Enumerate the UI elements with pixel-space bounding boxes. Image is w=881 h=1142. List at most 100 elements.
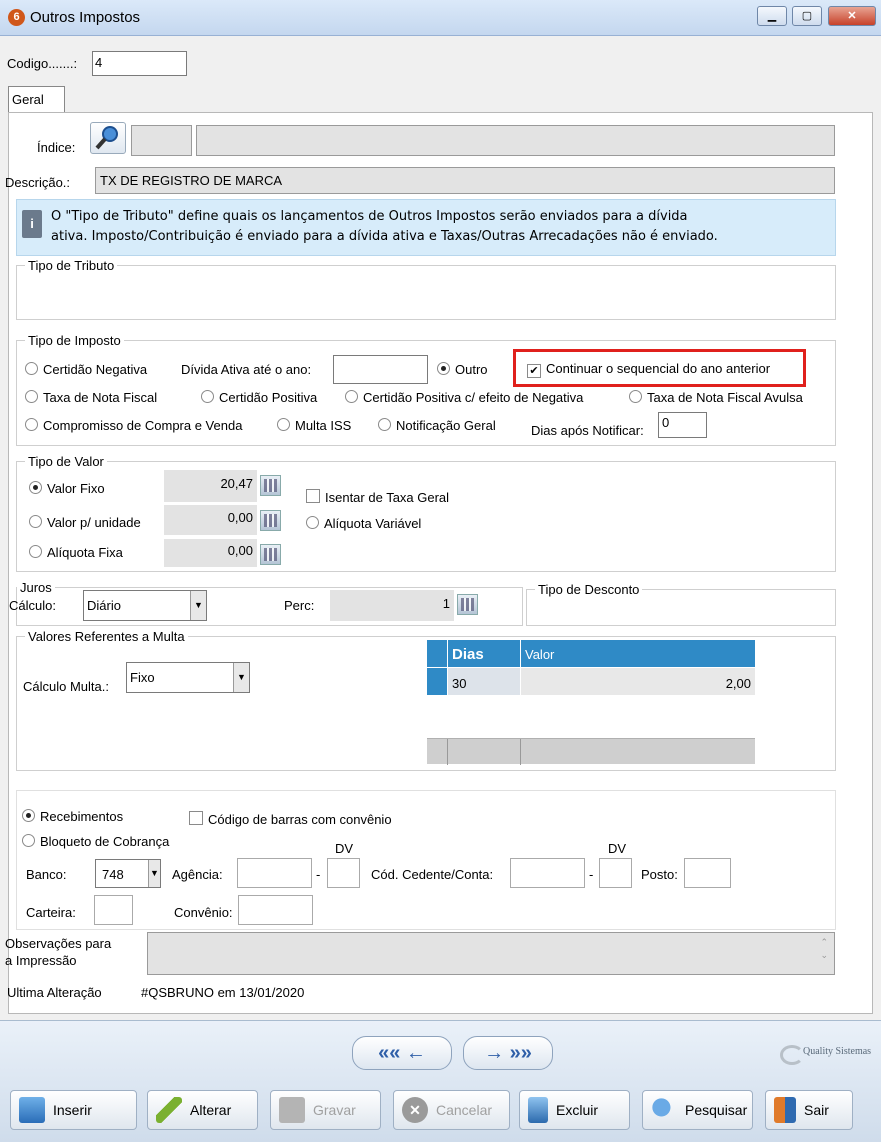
carteira-input[interactable] bbox=[94, 895, 133, 925]
checkbox-codigo-barras[interactable]: Código de barras com convênio bbox=[189, 811, 392, 827]
dropdown-arrow-icon[interactable]: ▼ bbox=[148, 860, 160, 887]
radio-taxa-nota-fiscal[interactable]: Taxa de Nota Fiscal bbox=[25, 390, 157, 405]
pesquisar-label: Pesquisar bbox=[685, 1102, 748, 1118]
radio-multa-iss[interactable]: Multa ISS bbox=[277, 418, 351, 433]
radio-compromisso[interactable]: Compromisso de Compra e Venda bbox=[25, 418, 242, 433]
calculator-icon[interactable] bbox=[260, 510, 281, 531]
cancelar-label: Cancelar bbox=[436, 1102, 493, 1118]
dropdown-arrow-icon[interactable]: ▼ bbox=[233, 663, 249, 692]
cancelar-button[interactable]: ✕ Cancelar bbox=[393, 1090, 510, 1130]
excluir-button[interactable]: Excluir bbox=[519, 1090, 630, 1130]
alterar-button[interactable]: Alterar bbox=[147, 1090, 258, 1130]
tab-geral[interactable]: Geral bbox=[8, 86, 65, 112]
close-button[interactable]: ✕ bbox=[828, 6, 876, 26]
juros-calculo-select[interactable]: Diário ▼ bbox=[83, 590, 207, 621]
aliquota-fixa-input[interactable]: 0,00 bbox=[164, 539, 257, 567]
radio-outro[interactable]: Outro bbox=[437, 362, 488, 377]
grid-header-valor[interactable]: Valor bbox=[521, 640, 755, 667]
ultima-alteracao-label: Ultima Alteração bbox=[7, 985, 102, 1000]
radio-indicator bbox=[29, 515, 42, 528]
cedente-input[interactable] bbox=[510, 858, 585, 888]
posto-input[interactable] bbox=[684, 858, 731, 888]
dias-apos-label: Dias após Notificar: bbox=[531, 423, 644, 438]
radio-certidao-positiva-efeito[interactable]: Certidão Positiva c/ efeito de Negativa bbox=[345, 390, 583, 405]
grid-cell-dias[interactable]: 30 bbox=[448, 668, 520, 695]
grid-header-dias[interactable]: Dias bbox=[448, 640, 520, 667]
divida-ativa-label: Dívida Ativa até o ano: bbox=[181, 362, 312, 377]
dropdown-arrow-icon[interactable]: ▼ bbox=[190, 591, 206, 620]
radio-indicator bbox=[277, 418, 290, 431]
grid-corner bbox=[427, 640, 447, 667]
dv-label-conta: DV bbox=[608, 841, 627, 856]
radio-indicator bbox=[25, 362, 38, 375]
valor-fixo-input[interactable]: 20,47 bbox=[164, 470, 257, 502]
convenio-label: Convênio: bbox=[174, 905, 233, 920]
radio-indicator bbox=[629, 390, 642, 403]
search-button[interactable] bbox=[90, 122, 126, 154]
radio-certidao-positiva[interactable]: Certidão Positiva bbox=[201, 390, 317, 405]
juros-legend: Juros bbox=[20, 580, 52, 595]
radio-indicator bbox=[345, 390, 358, 403]
dias-apos-input[interactable]: 0 bbox=[658, 412, 707, 438]
grid-cell-valor[interactable]: 2,00 bbox=[521, 668, 755, 695]
nav-next-button[interactable]: → »» bbox=[463, 1036, 553, 1070]
juros-calculo-label: Cálculo: bbox=[9, 598, 56, 613]
checkbox-continuar-sequencial[interactable]: ✔ Continuar o sequencial do ano anterior bbox=[527, 361, 770, 378]
multa-calculo-label: Cálculo Multa.: bbox=[23, 679, 109, 694]
maximize-button[interactable]: ▢ bbox=[792, 6, 822, 26]
calculator-icon[interactable] bbox=[457, 594, 478, 615]
carteira-label: Carteira: bbox=[26, 905, 76, 920]
inserir-button[interactable]: Inserir bbox=[10, 1090, 137, 1130]
brand-logo-icon bbox=[780, 1045, 804, 1065]
radio-taxa-nf-avulsa[interactable]: Taxa de Nota Fiscal Avulsa bbox=[629, 390, 803, 405]
radio-aliquota-fixa[interactable]: Alíquota Fixa bbox=[29, 545, 123, 560]
excluir-label: Excluir bbox=[556, 1102, 599, 1118]
nav-previous-button[interactable]: «« ← bbox=[352, 1036, 452, 1070]
tipo-tributo-group: Tipo de Tributo bbox=[16, 258, 836, 320]
radio-recebimentos[interactable]: Recebimentos bbox=[22, 809, 123, 824]
grid-footer-divider bbox=[520, 739, 521, 765]
radio-certidao-negativa[interactable]: Certidão Negativa bbox=[25, 362, 147, 377]
alterar-label: Alterar bbox=[190, 1102, 232, 1118]
gravar-button[interactable]: Gravar bbox=[270, 1090, 381, 1130]
indice-description-input[interactable] bbox=[196, 125, 835, 156]
minimize-button[interactable]: ▁ bbox=[757, 6, 787, 26]
cedente-dash: - bbox=[589, 867, 594, 882]
checkbox-indicator bbox=[306, 489, 320, 503]
radio-label: Taxa de Nota Fiscal Avulsa bbox=[647, 390, 803, 405]
calculator-icon[interactable] bbox=[260, 475, 281, 496]
info-text-line2: ativa. Imposto/Contribuição é enviado pa… bbox=[51, 229, 718, 244]
radio-bloqueto[interactable]: Bloqueto de Cobrança bbox=[22, 834, 169, 849]
trash-icon bbox=[528, 1097, 548, 1123]
pesquisar-button[interactable]: Pesquisar bbox=[642, 1090, 753, 1130]
banco-select[interactable]: 748 ▼ bbox=[95, 859, 161, 888]
indice-label: Índice: bbox=[37, 140, 76, 155]
calculator-icon[interactable] bbox=[260, 544, 281, 565]
descricao-input[interactable]: TX DE REGISTRO DE MARCA bbox=[95, 167, 835, 194]
sair-button[interactable]: Sair bbox=[765, 1090, 853, 1130]
valor-unidade-input[interactable]: 0,00 bbox=[164, 505, 257, 535]
radio-indicator bbox=[22, 834, 35, 847]
checkbox-isentar[interactable]: Isentar de Taxa Geral bbox=[306, 489, 449, 505]
agencia-input[interactable] bbox=[237, 858, 312, 888]
radio-notificacao-geral[interactable]: Notificação Geral bbox=[378, 418, 496, 433]
radio-indicator bbox=[437, 362, 450, 375]
scroll-arrows-icon[interactable]: ⌃ ⌄ bbox=[820, 936, 828, 962]
convenio-input[interactable] bbox=[238, 895, 313, 925]
radio-label: Compromisso de Compra e Venda bbox=[43, 418, 243, 433]
checkbox-label: Continuar o sequencial do ano anterior bbox=[546, 361, 771, 376]
radio-valor-fixo[interactable]: Valor Fixo bbox=[29, 481, 105, 496]
radio-aliquota-variavel[interactable]: Alíquota Variável bbox=[306, 516, 421, 531]
cedente-dv-input[interactable] bbox=[599, 858, 632, 888]
indice-code-input[interactable] bbox=[131, 125, 192, 156]
juros-perc-input[interactable]: 1 bbox=[330, 590, 454, 621]
agencia-dv-input[interactable] bbox=[327, 858, 360, 888]
grid-footer-divider bbox=[447, 739, 448, 765]
radio-valor-unidade[interactable]: Valor p/ unidade bbox=[29, 515, 141, 530]
multa-calculo-select[interactable]: Fixo ▼ bbox=[126, 662, 250, 693]
radio-indicator bbox=[201, 390, 214, 403]
codigo-input[interactable]: 4 bbox=[92, 51, 187, 76]
observacoes-label-line1: Observações para bbox=[5, 936, 112, 951]
observacoes-textarea[interactable]: ⌃ ⌄ bbox=[147, 932, 835, 975]
divida-ativa-input[interactable] bbox=[333, 355, 428, 384]
